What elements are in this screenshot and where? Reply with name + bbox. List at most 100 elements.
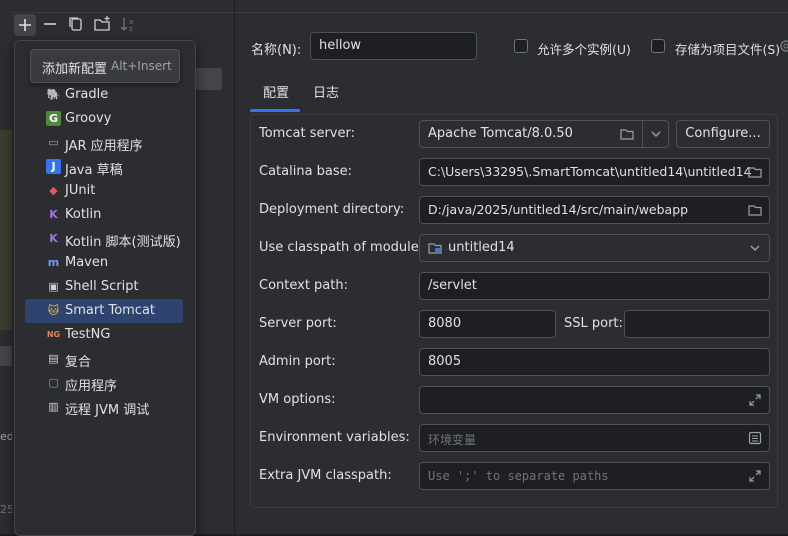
panel-top-border: [12, 0, 234, 13]
left-edge-highlight: [0, 346, 12, 366]
tooltip-title: 添加新配置: [42, 62, 108, 77]
menu-item-jar[interactable]: ▭ JAR 应用程序: [25, 131, 183, 155]
folder-icon[interactable]: [620, 127, 634, 141]
store-as-file-label: 存储为项目文件(S): [675, 42, 781, 57]
menu-item-label: Maven: [65, 255, 109, 270]
menu-item-label: Groovy: [65, 111, 112, 126]
testng-icon: NG: [46, 330, 61, 339]
classpath-module-select[interactable]: untitled14: [419, 234, 770, 262]
menu-item-maven[interactable]: m Maven: [25, 251, 183, 275]
classpath-module-label: Use classpath of module:: [259, 240, 424, 255]
svg-text:z: z: [129, 25, 133, 33]
maven-icon: m: [47, 256, 60, 269]
menu-item-tomcat[interactable]: 🐱 Smart Tomcat: [25, 299, 183, 323]
jar-icon: ▭: [48, 136, 59, 149]
menu-item-kotlin-script[interactable]: K Kotlin 脚本(测试版): [25, 227, 183, 251]
junit-icon: ◆: [49, 184, 58, 197]
tomcat-server-label: Tomcat server:: [259, 126, 355, 141]
menu-item-label: 远程 JVM 调试: [65, 403, 150, 418]
ssl-port-field[interactable]: [624, 310, 770, 338]
tomcat-server-select[interactable]: Apache Tomcat/8.0.50: [419, 120, 669, 148]
tomcat-server-value: Apache Tomcat/8.0.50: [428, 126, 573, 141]
tab-config[interactable]: 配置: [263, 82, 289, 101]
name-input[interactable]: hellow: [310, 32, 477, 60]
add-configuration-tooltip: 添加新配置 Alt+Insert: [30, 49, 180, 83]
add-configuration-button[interactable]: [14, 14, 36, 36]
java-scratch-icon: J: [46, 159, 61, 174]
menu-item-testng[interactable]: NG TestNG: [25, 323, 183, 347]
active-tab-indicator: [250, 109, 300, 112]
menu-item-kotlin[interactable]: K Kotlin: [25, 203, 183, 227]
store-as-file-checkbox[interactable]: [651, 39, 665, 53]
menu-item-junit[interactable]: ◆ JUnit: [25, 179, 183, 203]
env-vars-label: Environment variables:: [259, 430, 410, 445]
kotlin-icon: K: [49, 208, 58, 221]
tab-logs[interactable]: 日志: [313, 82, 339, 101]
menu-item-label: JAR 应用程序: [65, 139, 143, 154]
server-port-label: Server port:: [259, 316, 337, 331]
gear-icon-clip: [778, 38, 788, 54]
env-vars-field[interactable]: 环境变量: [419, 424, 770, 452]
admin-port-value: 8005: [428, 354, 462, 369]
remove-configuration-button[interactable]: [40, 14, 60, 34]
menu-item-label: Smart Tomcat: [65, 303, 156, 318]
chevron-down-icon[interactable]: [649, 127, 663, 141]
context-path-value: /servlet: [428, 278, 477, 293]
new-folder-button[interactable]: [92, 14, 112, 34]
menu-item-gradle[interactable]: 🐘 Gradle: [25, 83, 183, 107]
sort-button[interactable]: az: [118, 14, 138, 34]
deployment-directory-label: Deployment directory:: [259, 202, 405, 217]
catalina-base-value: C:\Users\33295\.SmartTomcat\untitled14\u…: [428, 164, 752, 179]
name-value: hellow: [319, 38, 362, 53]
expand-icon[interactable]: [748, 393, 762, 407]
copy-configuration-button[interactable]: [66, 14, 86, 34]
menu-item-label: 复合: [65, 355, 92, 370]
menu-item-label: JUnit: [65, 183, 96, 198]
folder-icon[interactable]: [748, 165, 762, 179]
menu-item-remote-jvm-debug[interactable]: ▥ 远程 JVM 调试: [25, 395, 183, 419]
deployment-directory-field[interactable]: D:/java/2025/untitled14/src/main/webapp: [419, 196, 770, 224]
context-path-field[interactable]: /servlet: [419, 272, 770, 300]
catalina-base-field[interactable]: C:\Users\33295\.SmartTomcat\untitled14\u…: [419, 158, 770, 186]
menu-item-compound[interactable]: ▤ 复合: [25, 347, 183, 371]
minus-icon: [44, 23, 56, 25]
application-icon: ▢: [48, 376, 59, 389]
left-edge-highlight: [0, 130, 12, 330]
remote-jvm-debug-icon: ▥: [48, 400, 59, 413]
menu-item-application[interactable]: ▢ 应用程序: [25, 371, 183, 395]
server-port-field[interactable]: 8080: [419, 310, 556, 338]
menu-item-java-scratch[interactable]: J Java 草稿: [25, 155, 183, 179]
panel-top-border: [235, 0, 788, 13]
admin-port-label: Admin port:: [259, 354, 336, 369]
extra-classpath-field[interactable]: Use ';' to separate paths: [419, 462, 770, 490]
allow-parallel-label: 允许多个实例(U): [537, 42, 631, 57]
deployment-directory-value: D:/java/2025/untitled14/src/main/webapp: [428, 202, 689, 217]
gear-icon[interactable]: [778, 38, 788, 54]
menu-item-groovy[interactable]: G Groovy: [25, 107, 183, 131]
allow-parallel-checkbox[interactable]: [514, 39, 528, 53]
groovy-icon: G: [46, 111, 61, 126]
admin-port-field[interactable]: 8005: [419, 348, 770, 376]
name-label: 名称(N):: [251, 43, 302, 58]
kotlin-script-icon: K: [49, 232, 58, 245]
vm-options-field[interactable]: [419, 386, 770, 414]
menu-item-label: Kotlin 脚本(测试版): [65, 235, 181, 250]
menu-item-label: Java 草稿: [65, 163, 123, 178]
configure-button[interactable]: Configure...: [676, 120, 770, 148]
extra-classpath-placeholder: Use ';' to separate paths: [428, 469, 609, 483]
plus-icon: [19, 19, 31, 31]
menu-item-label: Kotlin: [65, 207, 102, 222]
menu-item-label: TestNG: [65, 327, 111, 342]
menu-item-shell-script[interactable]: ▣ Shell Script: [25, 275, 183, 299]
select-divider: [642, 121, 643, 147]
edit-list-icon[interactable]: [748, 431, 762, 445]
ssl-port-label: SSL port:: [564, 316, 623, 331]
tomcat-icon: 🐱: [47, 304, 60, 317]
shell-script-icon: ▣: [48, 280, 59, 293]
expand-icon[interactable]: [748, 469, 762, 483]
folder-icon[interactable]: [748, 203, 762, 217]
env-vars-placeholder: 环境变量: [428, 433, 477, 447]
chevron-down-icon[interactable]: [748, 241, 762, 255]
context-path-label: Context path:: [259, 278, 348, 293]
tree-selected-row[interactable]: [192, 68, 222, 90]
